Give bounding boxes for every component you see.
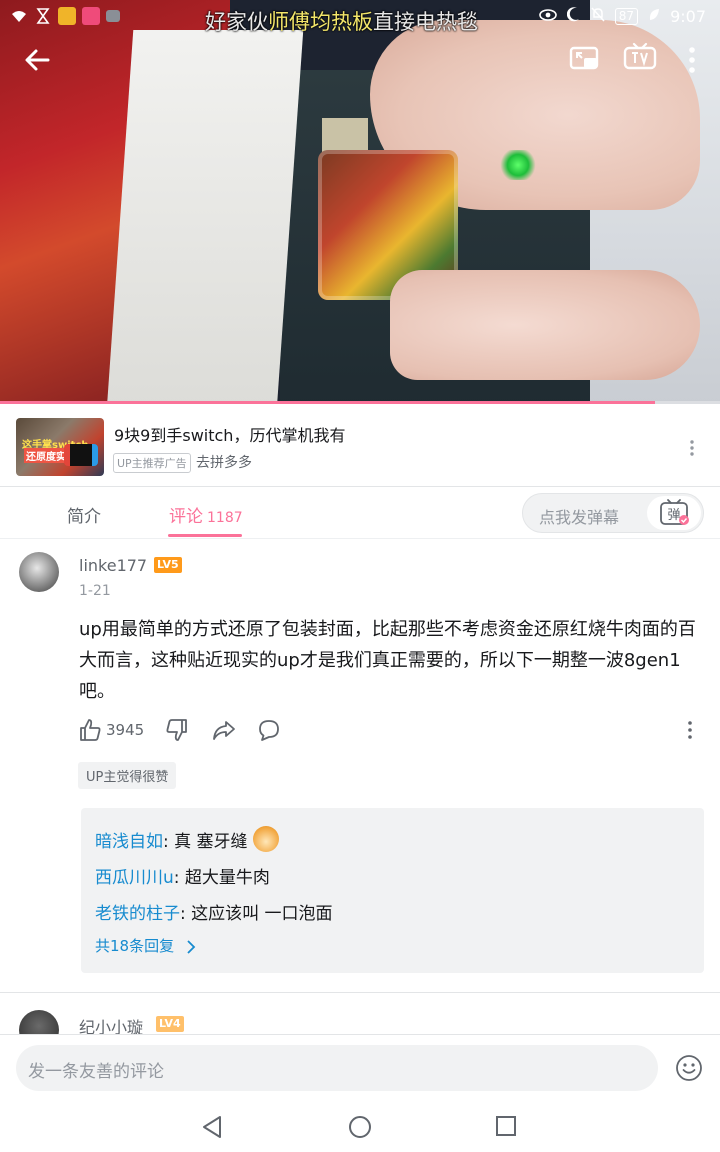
- square-recents-icon: [496, 1116, 516, 1136]
- tab-comments-count: 1187: [207, 510, 243, 526]
- video-frame-paper: [106, 30, 304, 404]
- cast-to-tv-button[interactable]: [622, 42, 658, 76]
- danmaku-icon: 弹: [660, 499, 689, 525]
- view-all-replies-link[interactable]: 共18条回复: [95, 935, 197, 956]
- app-notification-icon-3: [106, 10, 120, 22]
- divider: [0, 992, 720, 993]
- more-vertical-icon: [690, 440, 694, 456]
- comment-bubble-icon: [259, 720, 279, 741]
- tab-comments-label: 评论: [169, 507, 203, 527]
- danmaku-input-placeholder: 点我发弹幕: [539, 508, 620, 527]
- comment-input[interactable]: 发一条友善的评论: [16, 1045, 658, 1091]
- system-recents-button[interactable]: [495, 1115, 517, 1137]
- tab-bar: 简介 评论 1187 点我发弹幕 弹: [0, 488, 720, 538]
- danmaku-part3: 直接电热毯: [373, 10, 478, 34]
- level-badge: LV4: [156, 1016, 184, 1032]
- danmaku-text: 好家伙师傅均热板直接电热毯: [205, 6, 478, 36]
- battery-indicator: 87: [614, 7, 639, 25]
- ad-subtitle: 去拼多多: [196, 455, 252, 471]
- moon-icon: [566, 6, 581, 26]
- danmaku-btn-glyph: 弹: [667, 508, 680, 523]
- app-notification-icon-2: [82, 7, 100, 25]
- system-home-button[interactable]: [348, 1115, 372, 1139]
- reply-preview-box[interactable]: 暗浅自如: 真 塞牙缝 西瓜川川u: 超大量牛肉 老铁的柱子: 这应该叫 一口泡…: [81, 808, 704, 973]
- divider: [0, 538, 720, 539]
- avatar[interactable]: [19, 552, 59, 592]
- triangle-back-icon: [203, 1116, 221, 1138]
- reply-username[interactable]: 暗浅自如: [95, 832, 163, 852]
- ad-card[interactable]: 这手掌switch 还原度实的 9块9到手switch，历代掌机我有 UP主推荐…: [0, 404, 720, 486]
- level-badge: LV5: [154, 557, 182, 573]
- tab-active-indicator: [168, 534, 242, 537]
- view-all-replies-label: 共18条回复: [95, 937, 175, 955]
- picture-in-picture-button[interactable]: [568, 42, 602, 76]
- tab-intro[interactable]: 简介: [67, 502, 101, 527]
- dislike-button[interactable]: [165, 717, 189, 743]
- eye-icon: [538, 7, 557, 26]
- reply-text: : 这应该叫 一口泡面: [180, 904, 333, 924]
- share-icon: [213, 721, 235, 740]
- ad-title[interactable]: 9块9到手switch，历代掌机我有: [114, 422, 345, 446]
- reply-username[interactable]: 西瓜川川u: [95, 868, 174, 888]
- reply-button[interactable]: [256, 717, 282, 743]
- video-frame-chip: [322, 118, 368, 152]
- tv-icon: [623, 42, 657, 70]
- comment-more-button[interactable]: [684, 717, 696, 743]
- smiley-icon: [676, 1055, 702, 1081]
- mute-icon: [591, 6, 605, 26]
- reply-item[interactable]: 暗浅自如: 真 塞牙缝: [95, 826, 279, 855]
- hourglass-icon: [34, 7, 52, 25]
- leaf-icon: [648, 7, 660, 26]
- chevron-right-icon: [187, 939, 196, 954]
- video-frame-hand-lower: [390, 270, 700, 380]
- danmaku-input[interactable]: 点我发弹幕 弹: [522, 493, 704, 533]
- up-liked-tag: UP主觉得很赞: [78, 762, 177, 789]
- reply-item[interactable]: 老铁的柱子: 这应该叫 一口泡面: [95, 899, 333, 924]
- comment-text: up用最简单的方式还原了包装封面，比起那些不考虑资金还原红烧牛肉面的百大而言，这…: [79, 619, 696, 702]
- system-back-button[interactable]: [200, 1114, 224, 1140]
- like-count: 3945: [106, 721, 145, 739]
- reply-username[interactable]: 老铁的柱子: [95, 904, 180, 924]
- back-button[interactable]: [20, 42, 56, 78]
- video-player[interactable]: 87 9:07 好家伙师傅均热板直接电热毯: [0, 0, 720, 404]
- share-button[interactable]: [211, 717, 237, 743]
- thumb-down-icon: [166, 719, 187, 741]
- comment-username[interactable]: linke177: [79, 556, 147, 575]
- comment-date: 1-21: [79, 583, 111, 599]
- circle-home-icon: [349, 1116, 371, 1138]
- clock-time: 9:07: [670, 6, 706, 26]
- system-navigation-bar: [0, 1104, 720, 1152]
- more-vertical-icon: [688, 721, 692, 739]
- console-thumbnail-image: [64, 444, 98, 466]
- arrow-left-icon: [25, 49, 50, 71]
- danmaku-part1: 好家伙: [205, 10, 268, 34]
- comment-input-bar: 发一条友善的评论: [0, 1034, 720, 1104]
- app-notification-icon: [58, 7, 76, 25]
- comment-input-placeholder: 发一条友善的评论: [28, 1062, 164, 1082]
- divider: [0, 486, 720, 487]
- tab-comments[interactable]: 评论 1187: [169, 502, 243, 527]
- reply-text: : 超大量牛肉: [173, 868, 270, 888]
- ad-tag: UP主推荐广告: [113, 453, 191, 473]
- like-button[interactable]: [78, 717, 102, 743]
- reply-text: : 真 塞牙缝: [163, 832, 248, 852]
- video-frame-green-light: [500, 150, 536, 180]
- more-vertical-icon: [689, 47, 695, 73]
- comment-actions: 3945: [78, 717, 708, 745]
- emoji-button[interactable]: [675, 1054, 703, 1082]
- ad-more-button[interactable]: [686, 438, 698, 458]
- pip-icon: [569, 46, 599, 70]
- wifi-icon: [10, 7, 28, 25]
- more-options-button[interactable]: [682, 42, 702, 78]
- danmaku-toggle-button[interactable]: 弹: [647, 496, 701, 530]
- ad-thumbnail[interactable]: 这手掌switch 还原度实的: [16, 418, 104, 476]
- doge-emoji-icon: [252, 826, 279, 852]
- reply-item[interactable]: 西瓜川川u: 超大量牛肉: [95, 863, 270, 888]
- danmaku-part2: 师傅均热板: [268, 10, 373, 34]
- thumb-up-icon: [80, 719, 101, 741]
